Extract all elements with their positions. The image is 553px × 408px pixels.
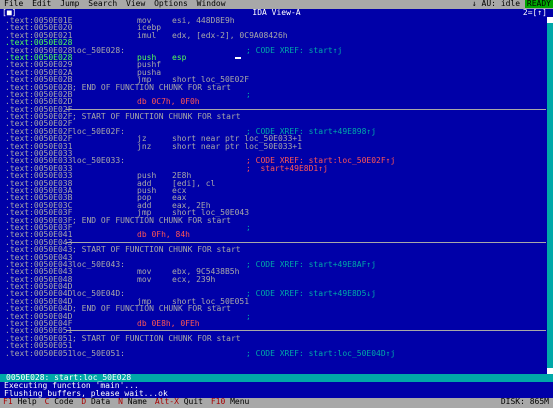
line-comment: ; CODE XREF: start:loc_50E04D↑j — [246, 348, 396, 358]
disassembly-line[interactable]: .text:0050E021 imul edx, [edx-2], 0C9A0842… — [0, 31, 547, 39]
chunk-separator — [66, 330, 546, 332]
menu-window[interactable]: Window — [193, 0, 226, 8]
status-area: ↓ AU: idle READY — [472, 0, 553, 8]
disassembly-line[interactable]: .text:0050E048 mov ecx, 239h — [0, 275, 547, 283]
disassembly-line[interactable]: .text:0050E04D; — [0, 312, 547, 320]
disassembly-line[interactable]: .text:0050E03B pop eax — [0, 194, 547, 202]
disassembly-line[interactable]: .text:0050E043; START OF FUNCTION CHUNK … — [0, 246, 547, 254]
disassembly-line[interactable]: .text:0050E038 add [edi], cl — [0, 179, 547, 187]
disassembly-line[interactable]: .text:0050E043 mov ebx, 9C5438B5h — [0, 268, 547, 276]
disassembly-line[interactable]: .text:0050E04D; END OF FUNCTION CHUNK FO… — [0, 305, 547, 313]
text-cursor — [235, 56, 241, 59]
disassembly-line[interactable]: .text:0050E03F; END OF FUNCTION CHUNK FO… — [0, 216, 547, 224]
disassembly-line[interactable]: .text:0050E02F; START OF FUNCTION CHUNK … — [0, 113, 547, 121]
footer-code[interactable]: C Code — [42, 398, 74, 406]
chunk-separator — [66, 241, 546, 243]
menu-jump[interactable]: Jump — [56, 0, 79, 8]
disassembly-line[interactable]: .text:0050E041 db 0Fh, 84h — [0, 231, 547, 239]
chunk-separator — [66, 108, 546, 110]
line-address: .text:0050E051 — [5, 348, 73, 358]
disassembly-line[interactable]: .text:0050E028 push esp — [0, 53, 547, 61]
menu-file[interactable]: File — [0, 0, 23, 8]
ready-badge: READY — [524, 0, 553, 8]
disassembly-line[interactable]: .text:0050E028 loc_50E028:; CODE XREF: st… — [0, 46, 547, 54]
window-number[interactable]: 2=[↑] — [523, 9, 547, 17]
menu-options[interactable]: Options — [150, 0, 188, 8]
footer-help[interactable]: F1 Help — [0, 398, 37, 406]
disassembly-line[interactable]: .text:0050E04D loc_50E04D:; CODE XREF: st… — [0, 290, 547, 298]
disassembly-line[interactable]: .text:0050E02B; END OF FUNCTION CHUNK FO… — [0, 83, 547, 91]
disassembly-view[interactable]: .text:0050E01E mov esi, 448D8E9h .text:0050… — [0, 17, 547, 374]
disassembly-line[interactable]: .text:0050E02D db 0C7h, 0F0h — [0, 98, 547, 106]
menu-view[interactable]: View — [122, 0, 145, 8]
disassembly-line[interactable]: .text:0050E043 loc_50E043:; CODE XREF: st… — [0, 260, 547, 268]
disassembly-line[interactable]: .text:0050E01E mov esi, 448D8E9h — [0, 17, 547, 25]
disassembly-line[interactable]: .text:0050E04F db 0E8h, 0FEh — [0, 320, 547, 328]
function-key-bar: F1 Help C Code D Data N Name Alt-X Quit … — [0, 398, 553, 408]
disassembly-line[interactable]: .text:0050E051 loc_50E051: ; CODE XREF: st… — [0, 348, 547, 358]
disassembly-line[interactable]: .text:0050E03C add eax, 2Eh — [0, 201, 547, 209]
disassembly-line[interactable]: .text:0050E033; start+49E8D1↑j — [0, 164, 547, 172]
menu-search[interactable]: Search — [84, 0, 117, 8]
window-title: IDA View-A — [252, 8, 301, 17]
disassembly-line[interactable]: .text:0050E033 push 2E8h — [0, 172, 547, 180]
disassembly-line[interactable]: .text:0050E02A pusha — [0, 68, 547, 76]
disk-status: DISK: 865M — [500, 397, 549, 406]
menu-edit[interactable]: Edit — [28, 0, 51, 8]
disassembly-line[interactable]: .text:0050E03F; — [0, 223, 547, 231]
window-titlebar: [■] IDA View-A 2=[↑] — [0, 9, 553, 17]
disassembly-line[interactable]: .text:0050E031 jnz short near ptr loc_50E0… — [0, 142, 547, 150]
vertical-scrollbar[interactable] — [547, 17, 553, 374]
disassembly-line[interactable]: .text:0050E03A push ecx — [0, 186, 547, 194]
footer-quit[interactable]: Alt-X Quit — [152, 398, 203, 406]
line-label: loc_50E051: — [72, 348, 125, 358]
autoanalysis-status: AU: idle — [481, 0, 521, 8]
down-arrow-icon: ↓ — [471, 0, 477, 8]
footer-name[interactable]: N Name — [115, 398, 147, 406]
footer-data[interactable]: D Data — [78, 398, 110, 406]
footer-menu[interactable]: F10 Menu — [208, 398, 250, 406]
disassembly-line[interactable]: .text:0050E029 pushf — [0, 61, 547, 69]
disassembly-line[interactable]: .text:0050E051; START OF FUNCTION CHUNK … — [0, 334, 547, 342]
scroll-up-icon[interactable] — [547, 17, 553, 23]
disassembly-line[interactable]: .text:0050E02B; — [0, 90, 547, 98]
